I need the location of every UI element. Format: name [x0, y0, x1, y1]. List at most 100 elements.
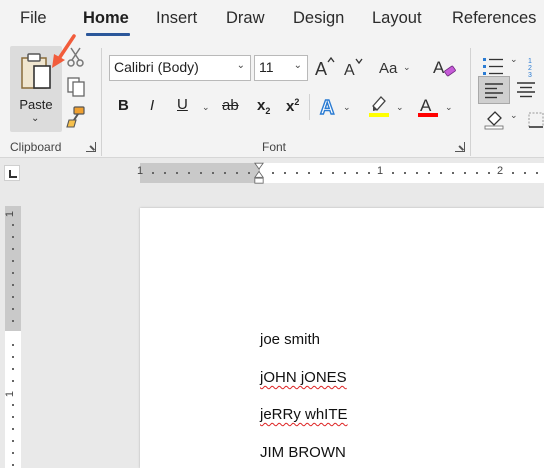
tab-design[interactable]: Design: [293, 9, 344, 28]
copy-icon[interactable]: [66, 76, 86, 98]
ruler-tick: [512, 172, 514, 174]
ruler-tick: [152, 172, 154, 174]
svg-text:A: A: [320, 97, 334, 118]
ruler-tick: [236, 172, 238, 174]
cut-icon[interactable]: [66, 46, 86, 68]
align-center-icon[interactable]: [516, 81, 536, 99]
superscript-button[interactable]: x2: [286, 97, 299, 115]
ruler-tick: [248, 172, 250, 174]
ruler-tick: [12, 272, 14, 274]
chevron-down-icon[interactable]: ⌄: [445, 102, 453, 113]
document-line[interactable]: joe smith: [260, 331, 320, 348]
ribbon: Paste ⌄ Clipboard Calibri (Body) ⌄ 11 ⌄ …: [0, 34, 544, 158]
ruler-number: 1: [4, 390, 17, 398]
chevron-down-icon[interactable]: ⌄: [237, 60, 245, 71]
ruler-tick: [164, 172, 166, 174]
ruler-tick: [12, 296, 14, 298]
ruler-tick: [344, 172, 346, 174]
ruler-tick: [12, 440, 14, 442]
align-left-button[interactable]: [478, 76, 510, 104]
format-painter-icon[interactable]: [66, 106, 86, 128]
tab-layout[interactable]: Layout: [372, 9, 422, 28]
italic-button[interactable]: I: [150, 97, 154, 114]
ruler-tick: [200, 172, 202, 174]
ruler-tick: [12, 308, 14, 310]
chevron-down-icon[interactable]: ⌄: [31, 113, 39, 124]
tab-home[interactable]: Home: [83, 9, 129, 28]
ruler-tick: [176, 172, 178, 174]
ruler-tick: [428, 172, 430, 174]
font-group-label: Font: [262, 140, 287, 154]
text-effects-icon[interactable]: A: [318, 94, 340, 118]
strikethrough-button[interactable]: ab: [222, 97, 239, 114]
svg-text:3: 3: [528, 72, 532, 78]
ruler-tick: [524, 172, 526, 174]
ruler-tick: [12, 320, 14, 322]
clear-formatting-icon[interactable]: A: [432, 54, 458, 80]
ruler-tick: [488, 172, 490, 174]
tab-selector-icon[interactable]: [4, 165, 20, 181]
shading-icon[interactable]: [484, 110, 506, 130]
ruler-tick: [320, 172, 322, 174]
document-page[interactable]: joe smith jOHN jONES jeRRy whITE JIM BRO…: [140, 208, 544, 468]
ruler-tick: [12, 284, 14, 286]
underline-button[interactable]: U: [177, 96, 188, 113]
tab-file[interactable]: File: [20, 9, 47, 28]
ruler-tick: [392, 172, 394, 174]
tab-references[interactable]: References: [452, 9, 536, 28]
chevron-down-icon[interactable]: ⌄: [510, 54, 518, 65]
ruler-tick: [416, 172, 418, 174]
chevron-down-icon[interactable]: ⌄: [396, 102, 404, 113]
chevron-down-icon[interactable]: ⌄: [343, 102, 351, 113]
ruler-tick: [12, 452, 14, 454]
indent-marker-icon[interactable]: [254, 160, 264, 188]
paste-label: Paste: [19, 97, 53, 112]
ruler-tick: [12, 428, 14, 430]
ruler-tick: [452, 172, 454, 174]
document-line[interactable]: jOHN jONES: [260, 369, 347, 386]
ruler-tick: [188, 172, 190, 174]
ruler-tick: [404, 172, 406, 174]
document-line[interactable]: jeRRy whITE: [260, 406, 348, 423]
vertical-ruler[interactable]: 1 1: [4, 206, 21, 468]
clipboard-launcher-icon[interactable]: [86, 142, 96, 152]
ruler-tick: [440, 172, 442, 174]
ruler-tick: [12, 464, 14, 466]
tab-insert[interactable]: Insert: [156, 9, 197, 28]
group-separator: [470, 48, 471, 156]
chevron-down-icon[interactable]: ⌄: [510, 110, 518, 121]
highlighter-icon[interactable]: [368, 94, 390, 118]
borders-icon[interactable]: [528, 112, 544, 128]
chevron-down-icon[interactable]: ⌄: [202, 102, 210, 113]
change-case-icon[interactable]: Aa ⌄: [378, 56, 414, 78]
group-separator: [101, 48, 102, 156]
grow-font-icon[interactable]: A: [314, 56, 336, 78]
bold-button[interactable]: B: [118, 97, 129, 114]
ruler-tick: [12, 248, 14, 250]
superscript-2: 2: [294, 97, 300, 107]
ruler-tick: [296, 172, 298, 174]
ruler-tick: [12, 236, 14, 238]
svg-text:1: 1: [528, 58, 532, 65]
font-color-icon[interactable]: A: [417, 94, 439, 118]
numbering-icon[interactable]: 1 2 3: [528, 56, 544, 78]
font-name-combo[interactable]: Calibri (Body) ⌄: [109, 55, 251, 81]
ruler-tick: [272, 172, 274, 174]
chevron-down-icon[interactable]: ⌄: [294, 60, 302, 71]
ruler-tick: [12, 368, 14, 370]
horizontal-ruler[interactable]: 1 1 2: [137, 163, 544, 183]
document-line[interactable]: JIM BROWN: [260, 444, 346, 461]
tab-draw[interactable]: Draw: [226, 9, 265, 28]
subscript-button[interactable]: x2: [257, 97, 270, 116]
ruler-tick: [12, 260, 14, 262]
ruler-number: 1: [377, 165, 384, 177]
font-size-combo[interactable]: 11 ⌄: [254, 55, 308, 81]
svg-text:2: 2: [528, 65, 532, 72]
ruler-tick: [212, 172, 214, 174]
subscript-2: 2: [265, 106, 271, 116]
font-launcher-icon[interactable]: [455, 142, 465, 152]
ruler-tick: [368, 172, 370, 174]
shrink-font-icon[interactable]: A: [343, 56, 365, 78]
ruler-tick: [12, 416, 14, 418]
bullets-icon[interactable]: [482, 56, 504, 78]
